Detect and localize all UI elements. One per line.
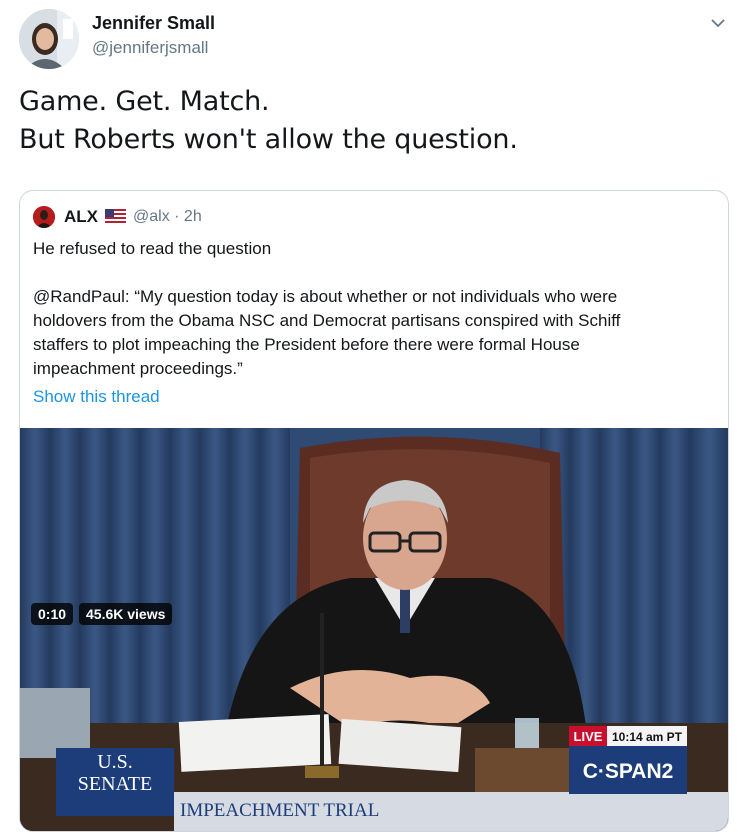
lower-third-text: IMPEACHMENT TRIAL bbox=[180, 800, 379, 821]
quoted-handle-time: @alx · 2h bbox=[133, 208, 202, 225]
senate-line1: U.S. bbox=[97, 751, 133, 773]
tweet-text-line: Game. Get. Match. bbox=[19, 86, 270, 117]
chevron-down-icon[interactable] bbox=[707, 12, 729, 34]
live-time: 10:14 am PT bbox=[612, 730, 683, 744]
video-player[interactable]: U.S. SENATE IMPEACHMENT TRIAL LIVE 10:14… bbox=[20, 428, 728, 831]
quoted-text: He refused to read the question @RandPau… bbox=[33, 237, 713, 381]
live-badge: LIVE bbox=[574, 729, 603, 744]
author-handle[interactable]: @jenniferjsmall bbox=[92, 38, 208, 58]
video-views: 45.6K views bbox=[79, 603, 173, 625]
quoted-paragraph-line: impeachment proceedings.” bbox=[33, 359, 243, 378]
us-flag-icon bbox=[105, 209, 126, 224]
quoted-paragraph-line: holdovers from the Obama NSC and Democra… bbox=[33, 311, 621, 330]
video-duration: 0:10 bbox=[31, 603, 74, 625]
author-avatar[interactable] bbox=[19, 9, 79, 69]
quoted-name: ALX bbox=[64, 207, 98, 226]
quoted-paragraph-line: @RandPaul: “My question today is about w… bbox=[33, 287, 618, 306]
cspan-logo: C·SPAN2 bbox=[583, 760, 674, 783]
quoted-paragraph-line: staffers to plot impeaching the Presiden… bbox=[33, 335, 580, 354]
tweet-text: Game. Get. Match. But Roberts won't allo… bbox=[19, 83, 518, 159]
senate-line2: SENATE bbox=[78, 773, 152, 795]
author-name[interactable]: Jennifer Small bbox=[92, 13, 215, 34]
video-frame: U.S. SENATE IMPEACHMENT TRIAL LIVE 10:14… bbox=[20, 428, 728, 831]
quoted-line: He refused to read the question bbox=[33, 239, 272, 258]
quoted-tweet[interactable]: ALX @alx · 2h He refused to read the que… bbox=[19, 190, 729, 832]
show-thread-link[interactable]: Show this thread bbox=[33, 387, 160, 407]
quoted-avatar bbox=[33, 206, 55, 228]
tweet-text-line: But Roberts won't allow the question. bbox=[19, 124, 518, 155]
